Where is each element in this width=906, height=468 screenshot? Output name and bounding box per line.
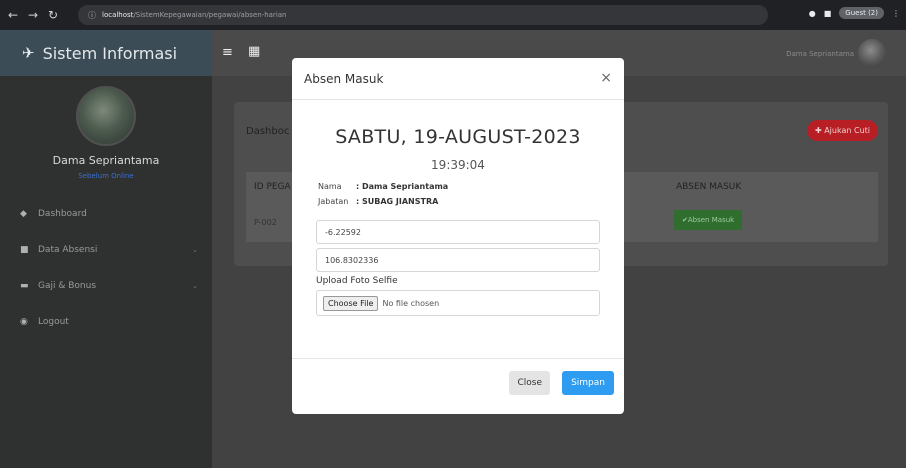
table-header-id: ID PEGA (254, 182, 291, 192)
close-icon[interactable]: × (600, 70, 612, 86)
sidebar-item-dashboard[interactable]: ◆ Dashboard (0, 196, 212, 232)
absen-masuk-button[interactable]: ✔Absen Masuk (674, 210, 743, 230)
profile-name: Dama Sepriantama (52, 154, 160, 167)
upload-selfie-label: Upload Foto Selfie (316, 276, 398, 286)
nama-value: : Dama Sepriantama (356, 182, 449, 191)
page-title: Dashboc (246, 126, 290, 137)
ajukan-cuti-button[interactable]: ✚ Ajukan Cuti (806, 120, 878, 141)
longitude-field[interactable]: 106.8302336 (316, 248, 600, 272)
menu-dots-icon[interactable]: ⋮ (892, 9, 900, 18)
save-button[interactable]: Simpan (562, 371, 614, 395)
topbar-avatar[interactable] (858, 39, 886, 67)
tab-icon[interactable]: ■ (824, 9, 832, 18)
location-icon[interactable]: ● (809, 9, 816, 18)
latitude-field[interactable]: -6.22592 (316, 220, 600, 244)
forward-arrow-icon[interactable]: → (26, 8, 40, 22)
modal-footer: Close Simpan (292, 358, 624, 414)
jabatan-label: Jabatan (318, 197, 349, 206)
profile-status: Sebelum Online (78, 172, 134, 180)
chevron-down-icon: ⌄ (192, 282, 198, 290)
file-input[interactable]: Choose File No file chosen (316, 290, 600, 316)
modal-title: Absen Masuk (304, 71, 384, 86)
sidebar-menu: ◆ Dashboard ■ Data Absensi ⌄ ▬ Gaji & Bo… (0, 196, 212, 340)
sidebar-item-logout[interactable]: ◉ Logout (0, 304, 212, 340)
url-host: localhost (102, 11, 134, 19)
file-status: No file chosen (382, 298, 440, 308)
sidebar-item-label: Data Absensi (38, 245, 98, 255)
profile-button[interactable]: Guest (2) (839, 7, 884, 19)
info-row-jabatan: Jabatan : SUBAG JIANSTRA (318, 197, 624, 206)
avatar (76, 86, 136, 146)
sidebar-item-label: Gaji & Bonus (38, 281, 97, 291)
absen-masuk-modal: Absen Masuk × SABTU, 19-AUGUST-2023 19:3… (292, 58, 624, 414)
logout-icon: ◉ (20, 317, 28, 327)
info-icon[interactable]: ⓘ (88, 10, 96, 21)
modal-header: Absen Masuk × (292, 58, 624, 100)
url-path: /SistemKepegawaian/pegawai/absen-harian (133, 11, 287, 19)
gauge-icon: ◆ (20, 209, 27, 219)
sidebar: ✈ Sistem Informasi Dama Sepriantama Sebe… (0, 30, 212, 468)
attendance-date: SABTU, 19-AUGUST-2023 (335, 126, 581, 148)
choose-file-button[interactable]: Choose File (323, 295, 379, 311)
close-button[interactable]: Close (509, 371, 550, 395)
sidebar-item-label: Dashboard (38, 209, 87, 219)
employee-info: Nama : Dama Sepriantama Jabatan : SUBAG … (318, 182, 624, 206)
browser-toolbar: ← → ↻ ⓘ localhost /SistemKepegawaian/peg… (0, 0, 906, 30)
sidebar-item-label: Logout (38, 317, 69, 327)
address-bar[interactable]: ⓘ localhost /SistemKepegawaian/pegawai/a… (78, 5, 768, 25)
plus-icon: ✚ (814, 126, 825, 135)
reload-icon[interactable]: ↻ (46, 8, 60, 22)
topbar-username[interactable]: Dama Sepriantama (786, 50, 854, 58)
paper-plane-icon: ✈ (22, 44, 35, 62)
back-arrow-icon[interactable]: ← (6, 8, 20, 22)
table-cell-id: P-002 (254, 218, 277, 227)
brand-label: Sistem Informasi (42, 43, 178, 63)
attendance-time: 19:39:04 (431, 158, 485, 172)
info-row-nama: Nama : Dama Sepriantama (318, 182, 624, 191)
absen-masuk-label: Absen Masuk (687, 216, 735, 224)
table-header-absen: ABSEN MASUK (676, 182, 742, 192)
grid-icon[interactable]: ▦ (248, 44, 260, 59)
bookmark-icon: ■ (20, 245, 29, 255)
sidebar-brand[interactable]: ✈ Sistem Informasi (0, 30, 212, 76)
hamburger-icon[interactable]: ≡ (222, 45, 233, 60)
ajukan-cuti-label: Ajukan Cuti (824, 126, 870, 135)
sidebar-item-data-absensi[interactable]: ■ Data Absensi ⌄ (0, 232, 212, 268)
sidebar-item-gaji-bonus[interactable]: ▬ Gaji & Bonus ⌄ (0, 268, 212, 304)
chevron-down-icon: ⌄ (192, 246, 198, 254)
jabatan-value: : SUBAG JIANSTRA (356, 197, 439, 206)
nama-label: Nama (318, 182, 342, 191)
sidebar-profile: Dama Sepriantama Sebelum Online (0, 76, 212, 180)
money-icon: ▬ (20, 281, 29, 291)
